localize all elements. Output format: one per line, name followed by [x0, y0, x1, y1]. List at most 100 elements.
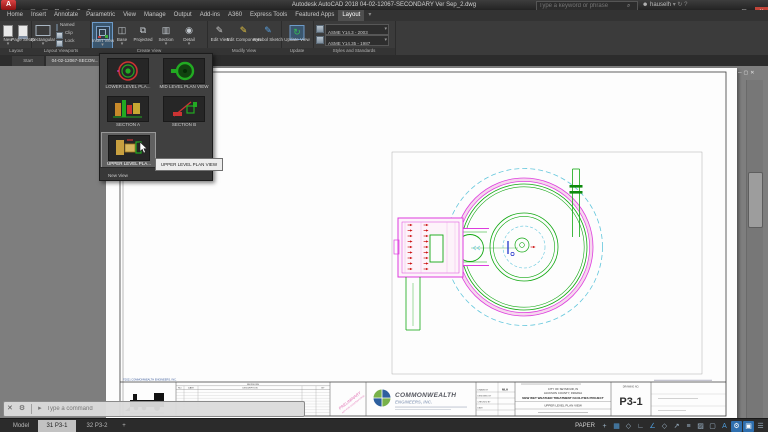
command-customize-icon[interactable]: ⚙ [16, 403, 28, 415]
panel-label-layout-viewports[interactable]: Layout Viewports [31, 48, 90, 55]
command-input[interactable] [45, 405, 269, 413]
update-view-label: Update View [284, 37, 309, 42]
thumb-section-b [163, 96, 205, 122]
gallery-item-section-b[interactable]: SECTION B [157, 94, 210, 131]
designed-label: DESIGNED BY [478, 395, 492, 397]
drawing-close-icon[interactable]: ✕ [750, 70, 756, 76]
base-dropdown-icon[interactable]: ▾ [121, 42, 124, 47]
rectangular-dropdown-icon[interactable]: ▾ [42, 42, 45, 47]
tab-home[interactable]: Home [3, 10, 27, 21]
otrack-icon[interactable]: ↗ [671, 421, 682, 432]
selection-icon[interactable]: ▢ [707, 421, 718, 432]
section-view-button[interactable]: ▥ Section ▾ [155, 22, 177, 47]
command-prompt-icon: ▸ [35, 403, 45, 415]
new-view-label: New View [108, 173, 128, 178]
gallery-label-mid: MID LEVEL PLAN VIEW [159, 84, 208, 89]
drawing-no-label: DRAWING NO. [623, 386, 640, 389]
new-layout-tab-button[interactable]: + [118, 420, 130, 432]
section-dropdown-icon[interactable]: ▾ [165, 42, 168, 47]
command-close-icon[interactable]: ✕ [4, 403, 16, 415]
panel-create-view: Insert View ▾ ◫ Base ▾ ⧉ Projected ▥ Sec… [90, 21, 208, 55]
drawing-window-controls: ─▢✕ [738, 70, 756, 76]
edit-view-button[interactable]: ✎ Edit View [209, 22, 230, 47]
scrollbar-thumb[interactable] [748, 172, 763, 228]
snap-icon[interactable]: ◇ [623, 421, 634, 432]
gallery-tooltip: UPPER LEVEL PLAN VIEW [155, 158, 223, 171]
tab-output[interactable]: Output [170, 10, 196, 21]
standard-select-1[interactable]: ASME Y14.3 - 2003 ▾ [325, 24, 389, 35]
tab-insert[interactable]: Insert [27, 10, 50, 21]
tab-featured-apps[interactable]: Featured Apps [291, 10, 338, 21]
file-tab-start[interactable]: Start [12, 56, 44, 66]
polar-icon[interactable]: ∠ [647, 421, 658, 432]
grid-icon[interactable]: ▦ [611, 421, 622, 432]
lineweight-icon[interactable]: ≡ [683, 421, 694, 432]
panel-label-update[interactable]: Update [281, 48, 313, 55]
help-icon[interactable]: ? [684, 2, 687, 8]
signin-dropdown-icon[interactable]: ▾ [673, 2, 676, 8]
credits-table: DRAWN BY MLH DESIGNED BY CHECKED BY DATE [476, 382, 515, 416]
crosshair-icon[interactable]: + [599, 421, 610, 432]
a360-icon[interactable]: ↻ [677, 2, 682, 8]
tab-view[interactable]: View [119, 10, 140, 21]
isolate-icon[interactable]: ▣ [743, 421, 754, 432]
detail-view-button[interactable]: ◉ Detail ▾ [178, 22, 200, 47]
workspace-icon[interactable]: ⚙ [731, 421, 742, 432]
edit-components-button[interactable]: ✎ Edit Components [231, 22, 256, 47]
ortho-icon[interactable]: ∟ [635, 421, 646, 432]
customization-icon[interactable]: ☰ [755, 421, 766, 432]
tab-express-tools[interactable]: Express Tools [246, 10, 291, 21]
symbol-sketch-button[interactable]: ✎ Symbol Sketch [257, 22, 279, 47]
page-setup-button[interactable]: Page Setup [16, 22, 30, 47]
rev-col-no: NO. [178, 388, 182, 390]
thumb-section-a [107, 96, 149, 122]
tab-layout[interactable]: Layout [338, 10, 364, 21]
preliminary-stamp: PRELIMINARY NOT FOR CONSTRUCTION [338, 389, 366, 414]
projected-view-button[interactable]: ⧉ Projected [132, 22, 154, 47]
tab-manage[interactable]: Manage [140, 10, 170, 21]
search-input[interactable] [537, 3, 627, 9]
new-layout-button[interactable]: New ▾ [1, 22, 15, 47]
panel-label-modify-view[interactable]: Modify View [207, 48, 281, 55]
sheet-title: UPPER LEVEL PLAN VIEW [544, 404, 582, 408]
signin-user[interactable]: hauselh [650, 2, 671, 8]
gallery-label-upper: UPPER LEVEL PLA... [106, 161, 150, 166]
gallery-item-lower-level[interactable]: LOWER LEVEL PLA... [101, 56, 154, 93]
detail-dropdown-icon[interactable]: ▾ [188, 42, 191, 47]
layout-tab-p3-1[interactable]: 31 P3-1 [38, 420, 76, 432]
standard-2-dropdown-icon[interactable]: ▾ [384, 37, 387, 43]
panel-modify-view: ✎ Edit View ✎ Edit Components ✎ Symbol S… [207, 21, 282, 55]
status-bar: Model 31 P3-1 32 P3-2 + PAPER + ▦ ◇ ∟ ∠ … [0, 418, 768, 432]
tab-annotate[interactable]: Annotate [50, 10, 82, 21]
insert-view-button[interactable]: Insert View ▾ [92, 22, 113, 49]
space-indicator[interactable]: PAPER [575, 420, 595, 432]
osnap-icon[interactable]: ◇ [659, 421, 670, 432]
gallery-item-section-a[interactable]: SECTION A [101, 94, 154, 131]
standard-1-dropdown-icon[interactable]: ▾ [384, 26, 387, 32]
signin-area[interactable]: ☻ hauselh ▾ ↻ ? [642, 0, 687, 10]
command-line: ✕ ⚙ ▸ [3, 401, 305, 417]
gallery-item-mid-level[interactable]: MID LEVEL PLAN VIEW [157, 56, 210, 93]
lock-viewport-button[interactable]: Lock [56, 39, 88, 47]
ribbon-options-icon[interactable]: ▾ [364, 10, 375, 21]
panel-label-layout[interactable]: Layout [0, 48, 31, 55]
tab-a360[interactable]: A360 [224, 10, 246, 21]
file-tab-drawing[interactable]: 04-02-12067-SECON... [46, 56, 104, 66]
standard-select-2[interactable]: ASME Y14.35 - 1987 ▾ [325, 35, 389, 46]
base-view-icon: ◫ [118, 25, 127, 35]
tab-addins[interactable]: Add-ins [196, 10, 224, 21]
transparency-icon[interactable]: ▨ [695, 421, 706, 432]
model-tab[interactable]: Model [6, 420, 36, 432]
base-view-button[interactable]: ◫ Base ▾ [113, 22, 131, 47]
panel-label-styles-standards[interactable]: Styles and Standards [313, 48, 395, 55]
thumb-lower-level [107, 58, 149, 84]
tab-parametric[interactable]: Parametric [82, 10, 119, 21]
vertical-scrollbar[interactable] [746, 80, 763, 418]
new-layout-dropdown-icon[interactable]: ▾ [7, 42, 10, 47]
rectangular-viewport-button[interactable]: Rectangular ▾ [33, 22, 53, 47]
annotation-icon[interactable]: A [719, 421, 730, 432]
layout-tab-p3-2[interactable]: 32 P3-2 [78, 420, 116, 432]
update-view-button[interactable]: ↻ Update View [283, 22, 311, 47]
clip-viewport-icon [56, 32, 63, 39]
search-icon[interactable]: ⌕ [627, 3, 630, 10]
